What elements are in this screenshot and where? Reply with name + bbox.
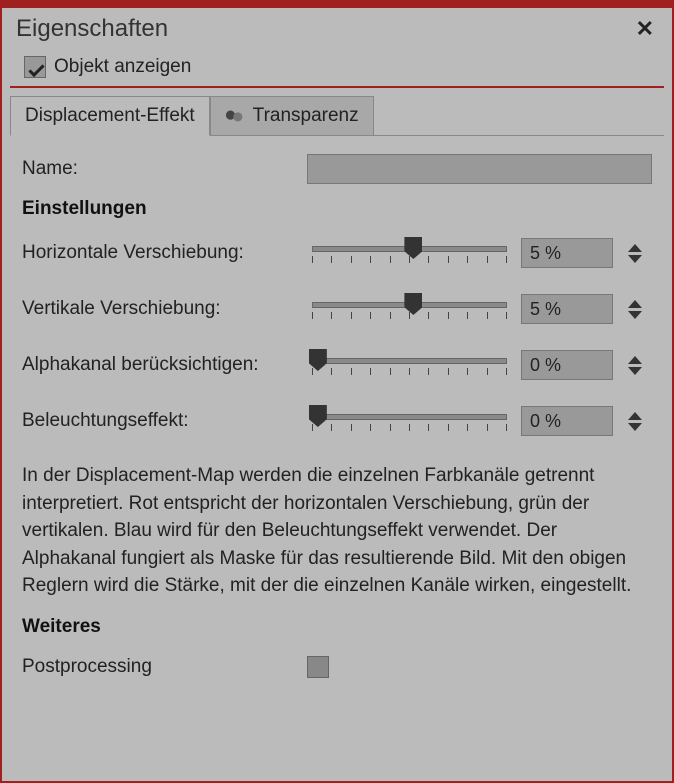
lighting-slider[interactable] bbox=[312, 406, 507, 436]
close-icon[interactable]: ✕ bbox=[632, 14, 658, 44]
chevron-up-icon[interactable] bbox=[628, 300, 642, 308]
vertical-shift-value[interactable]: 5 % bbox=[521, 294, 613, 324]
chevron-down-icon[interactable] bbox=[628, 367, 642, 375]
horizontal-shift-row: Horizontale Verschiebung: 5 % bbox=[22, 238, 652, 268]
slider-ticks bbox=[312, 368, 507, 376]
name-label: Name: bbox=[22, 158, 307, 180]
alpha-slider[interactable] bbox=[312, 350, 507, 380]
horizontal-shift-spinner[interactable] bbox=[621, 238, 649, 268]
section-settings-header: Einstellungen bbox=[22, 198, 652, 220]
tab-transparency[interactable]: Transparenz bbox=[210, 96, 374, 136]
show-object-row: Objekt anzeigen bbox=[10, 54, 664, 88]
vertical-shift-row: Vertikale Verschiebung: 5 % bbox=[22, 294, 652, 324]
postprocessing-row: Postprocessing bbox=[22, 656, 652, 678]
titlebar: Eigenschaften ✕ bbox=[2, 8, 672, 54]
properties-panel: Eigenschaften ✕ Objekt anzeigen Displace… bbox=[0, 0, 674, 783]
vertical-shift-spinner[interactable] bbox=[621, 294, 649, 324]
lighting-label: Beleuchtungseffekt: bbox=[22, 410, 312, 432]
name-row: Name: bbox=[22, 154, 652, 184]
horizontal-shift-label: Horizontale Verschiebung: bbox=[22, 242, 312, 264]
name-input[interactable] bbox=[307, 154, 652, 184]
horizontal-shift-value[interactable]: 5 % bbox=[521, 238, 613, 268]
chevron-up-icon[interactable] bbox=[628, 412, 642, 420]
panel-title: Eigenschaften bbox=[16, 15, 168, 43]
description-text: In der Displacement-Map werden die einze… bbox=[22, 462, 652, 600]
slider-track bbox=[312, 414, 507, 420]
tab-content: Name: Einstellungen Horizontale Verschie… bbox=[10, 135, 664, 781]
transparency-icon bbox=[225, 105, 247, 127]
vertical-shift-slider[interactable] bbox=[312, 294, 507, 324]
alpha-value[interactable]: 0 % bbox=[521, 350, 613, 380]
chevron-up-icon[interactable] bbox=[628, 356, 642, 364]
vertical-shift-label: Vertikale Verschiebung: bbox=[22, 298, 312, 320]
alpha-row: Alphakanal berücksichtigen: 0 % bbox=[22, 350, 652, 380]
alpha-label: Alphakanal berücksichtigen: bbox=[22, 354, 312, 376]
chevron-down-icon[interactable] bbox=[628, 255, 642, 263]
show-object-label: Objekt anzeigen bbox=[54, 56, 191, 78]
section-more-header: Weiteres bbox=[22, 616, 652, 638]
tab-bar: Displacement-Effekt Transparenz bbox=[10, 96, 664, 136]
tab-displacement[interactable]: Displacement-Effekt bbox=[10, 96, 210, 136]
slider-ticks bbox=[312, 424, 507, 432]
postprocessing-checkbox[interactable] bbox=[307, 656, 329, 678]
lighting-value[interactable]: 0 % bbox=[521, 406, 613, 436]
lighting-spinner[interactable] bbox=[621, 406, 649, 436]
show-object-checkbox[interactable] bbox=[24, 56, 46, 78]
lighting-row: Beleuchtungseffekt: 0 % bbox=[22, 406, 652, 436]
postprocessing-label: Postprocessing bbox=[22, 656, 307, 678]
chevron-up-icon[interactable] bbox=[628, 244, 642, 252]
slider-ticks bbox=[312, 312, 507, 320]
tab-displacement-label: Displacement-Effekt bbox=[25, 105, 195, 127]
tab-transparency-label: Transparenz bbox=[253, 105, 359, 127]
horizontal-shift-slider[interactable] bbox=[312, 238, 507, 268]
slider-track bbox=[312, 358, 507, 364]
chevron-down-icon[interactable] bbox=[628, 423, 642, 431]
alpha-spinner[interactable] bbox=[621, 350, 649, 380]
chevron-down-icon[interactable] bbox=[628, 311, 642, 319]
slider-ticks bbox=[312, 256, 507, 264]
